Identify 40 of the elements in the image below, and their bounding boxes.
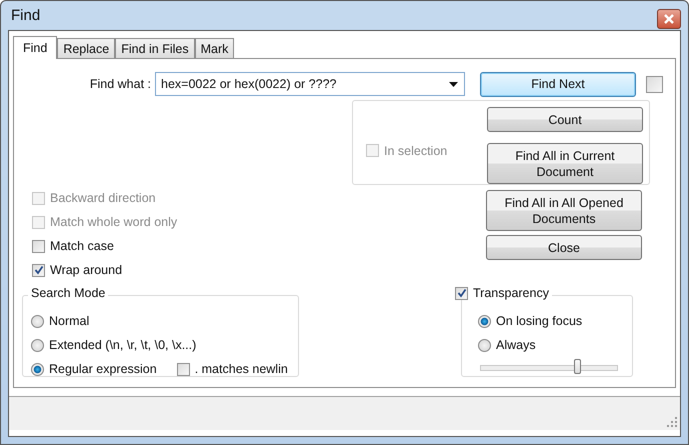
- checkbox-label: In selection: [384, 144, 448, 158]
- tab[interactable]: Mark: [194, 38, 234, 58]
- find-next-button[interactable]: Find Next: [480, 72, 636, 96]
- action-button[interactable]: Find All in All Opened Documents: [486, 190, 642, 231]
- radio-label: Always: [496, 338, 536, 352]
- checkbox[interactable]: [32, 240, 45, 252]
- checkbox-label: Match case: [50, 239, 114, 253]
- search-combo-box[interactable]: hex=0022 or hex(0022) or ????: [155, 72, 465, 96]
- close-button[interactable]: [657, 8, 681, 28]
- radio-button[interactable]: [478, 338, 491, 352]
- close-button[interactable]: Close: [486, 235, 642, 260]
- checkbox-label: Backward direction: [50, 191, 156, 205]
- checkbox[interactable]: [455, 286, 468, 300]
- group-title: Search Mode: [31, 286, 106, 300]
- radio-label: Normal: [49, 314, 90, 328]
- radio-button[interactable]: [31, 338, 44, 352]
- checkbox-label: Wrap around: [50, 263, 122, 277]
- checkbox[interactable]: [646, 76, 663, 92]
- radio-label: Extended (\n, \r, \t, \0, \x...): [49, 338, 196, 352]
- window-title: Find: [10, 7, 40, 24]
- action-button[interactable]: Count: [487, 107, 643, 132]
- field-label: Find what :: [88, 77, 152, 91]
- tab[interactable]: Replace: [57, 38, 116, 58]
- slider-thumb[interactable]: [574, 359, 581, 374]
- radio-button[interactable]: [31, 314, 44, 328]
- radio-button[interactable]: [31, 362, 44, 376]
- radio-label: On losing focus: [496, 314, 582, 328]
- checkbox[interactable]: [32, 264, 45, 276]
- radio-label: Regular expression: [49, 362, 157, 376]
- checkbox-label: Match whole word only: [50, 215, 178, 229]
- resize-grip-icon: [666, 416, 677, 427]
- checkbox-label: . matches newlin: [194, 362, 288, 376]
- dropdown-arrow-icon: [449, 82, 458, 86]
- radio-button[interactable]: [478, 314, 491, 328]
- close-icon: [664, 14, 674, 24]
- checkbox-label: Transparency: [473, 286, 549, 300]
- tab[interactable]: Find in Files: [115, 38, 195, 58]
- tab[interactable]: Find: [13, 36, 58, 59]
- checkbox[interactable]: [176, 362, 190, 376]
- action-button[interactable]: Find All in Current Document: [487, 143, 643, 184]
